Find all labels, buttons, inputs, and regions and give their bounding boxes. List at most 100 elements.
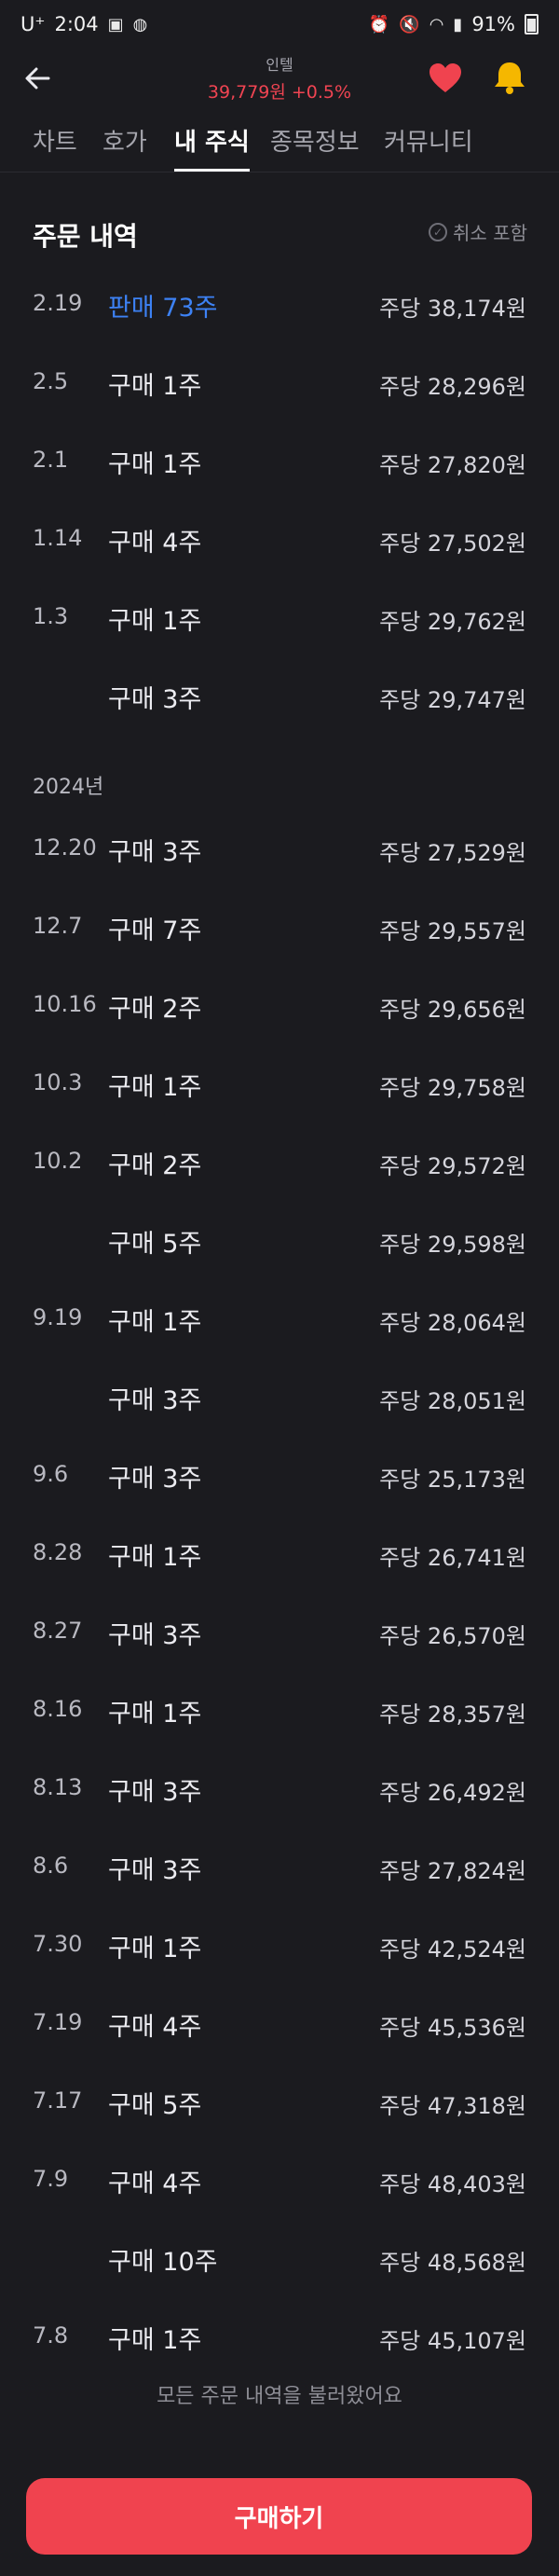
order-price: 주당 27,820원 [379,452,526,478]
order-price: 주당 27,824원 [379,1858,526,1884]
order-row[interactable]: 구매 10주 주당 48,568원 [0,2219,559,2297]
order-row[interactable]: 구매 3주 주당 28,051원 [0,1357,559,1436]
order-type: 구매 1주 [108,1700,202,1729]
order-price: 주당 47,318원 [379,2093,526,2119]
order-row[interactable]: 2.19 판매 73주 주당 38,174원 [0,265,559,343]
wifi-icon: ◠ [429,14,444,34]
order-date: 2.1 [33,447,69,473]
battery-icon [525,14,539,34]
order-type: 구매 1주 [108,2326,202,2355]
order-date: 2.5 [33,368,69,394]
order-type: 구매 1주 [108,607,202,636]
stock-price: 39,779원 [207,82,286,103]
order-row[interactable]: 2.1 구매 1주 주당 27,820원 [0,421,559,500]
mute-icon: 🔇 [399,14,420,34]
order-row[interactable]: 12.20 구매 3주 주당 27,529원 [0,809,559,888]
order-price: 주당 28,296원 [379,374,526,400]
order-price: 주당 28,357원 [379,1701,526,1728]
order-row[interactable]: 8.16 구매 1주 주당 28,357원 [0,1671,559,1749]
order-date: 9.19 [33,1304,83,1330]
order-row[interactable]: 구매 3주 주당 29,747원 [0,656,559,735]
buy-button[interactable]: 구매하기 [26,2478,532,2555]
order-date: 7.17 [33,2087,83,2114]
bell-icon [495,62,525,94]
order-date: 1.3 [33,603,69,629]
order-price: 주당 28,051원 [379,1388,526,1414]
status-right: ⏰ 🔇 ◠ ▮ 91% [369,13,539,35]
stock-header: 인텔 39,779원 +0.5% [0,48,559,104]
order-type: 구매 1주 [108,1073,202,1102]
order-price: 주당 45,536원 [379,2015,526,2041]
order-price: 주당 29,557원 [379,918,526,944]
order-price: 주당 27,502원 [379,530,526,557]
order-row[interactable]: 9.19 구매 1주 주당 28,064원 [0,1279,559,1357]
tab-stock-info[interactable]: 종목정보 [270,123,360,172]
order-date: 12.7 [33,913,83,939]
order-row[interactable]: 7.19 구매 4주 주당 45,536원 [0,1984,559,2062]
order-date: 8.13 [33,1774,83,1800]
order-type: 구매 3주 [108,1386,202,1415]
order-date: 10.3 [33,1069,83,1095]
order-row[interactable]: 8.13 구매 3주 주당 26,492원 [0,1749,559,1827]
order-price: 주당 48,568원 [379,2250,526,2276]
tab-bar: 차트 호가 내 주식 종목정보 커뮤니티 [0,110,559,172]
order-price: 주당 28,064원 [379,1310,526,1336]
order-date: 9.6 [33,1461,69,1487]
order-row[interactable]: 10.2 구매 2주 주당 29,572원 [0,1123,559,1201]
status-left: U⁺ 2:04 ▣ ◍ [20,13,147,35]
order-type: 구매 5주 [108,1230,202,1259]
order-price: 주당 42,524원 [379,1936,526,1963]
status-bar: U⁺ 2:04 ▣ ◍ ⏰ 🔇 ◠ ▮ 91% [0,0,559,48]
app-notification-icon: ◍ [132,14,148,34]
check-circle-icon: ✓ [429,222,448,241]
order-price: 주당 29,758원 [379,1075,526,1101]
order-type: 구매 1주 [108,1308,202,1337]
stock-title: 인텔 39,779원 +0.5% [0,52,559,103]
tab-community[interactable]: 커뮤니티 [384,123,473,172]
order-row[interactable]: 7.9 구매 4주 주당 48,403원 [0,2141,559,2219]
tab-my-stock[interactable]: 내 주식 [174,123,250,172]
order-type: 구매 2주 [108,995,202,1024]
signal-icon: ▮ [453,14,463,34]
order-type: 구매 1주 [108,1543,202,1572]
order-type: 구매 3주 [108,1465,202,1494]
order-type: 구매 1주 [108,1935,202,1963]
order-date: 10.16 [33,991,97,1017]
order-row[interactable]: 1.3 구매 1주 주당 29,762원 [0,578,559,656]
stock-name: 인텔 [266,56,293,74]
favorite-button[interactable] [427,60,464,97]
order-type: 구매 4주 [108,529,202,558]
order-date: 8.6 [33,1853,69,1879]
order-row[interactable]: 2.5 구매 1주 주당 28,296원 [0,343,559,421]
order-row[interactable]: 8.6 구매 3주 주당 27,824원 [0,1827,559,1906]
order-date: 10.2 [33,1148,83,1174]
alert-button[interactable] [490,58,529,97]
carrier-label: U⁺ [20,13,46,35]
order-row[interactable]: 7.30 구매 1주 주당 42,524원 [0,1906,559,1984]
order-row[interactable]: 1.14 구매 4주 주당 27,502원 [0,500,559,578]
order-row[interactable]: 8.28 구매 1주 주당 26,741원 [0,1514,559,1592]
order-date: 7.30 [33,1931,83,1957]
include-cancelled-toggle[interactable]: ✓ 취소 포함 [429,218,527,245]
order-row[interactable]: 구매 5주 주당 29,598원 [0,1201,559,1279]
order-row[interactable]: 8.27 구매 3주 주당 26,570원 [0,1592,559,1671]
order-price: 주당 29,598원 [379,1232,526,1258]
order-type: 구매 7주 [108,916,202,945]
order-row[interactable]: 7.17 구매 5주 주당 47,318원 [0,2062,559,2141]
order-row[interactable]: 9.6 구매 3주 주당 25,173원 [0,1436,559,1514]
order-price: 주당 29,656원 [379,997,526,1023]
order-price: 주당 26,492원 [379,1780,526,1806]
tab-order-book[interactable]: 호가 [102,123,147,172]
order-row[interactable]: 7.8 구매 1주 주당 45,107원 [0,2297,559,2376]
order-date: 7.9 [33,2166,69,2192]
order-price: 주당 45,107원 [379,2328,526,2354]
order-type: 구매 4주 [108,2013,202,2042]
order-price: 주당 29,572원 [379,1153,526,1179]
order-row[interactable]: 10.16 구매 2주 주당 29,656원 [0,966,559,1044]
order-row[interactable]: 10.3 구매 1주 주당 29,758원 [0,1044,559,1123]
order-price: 주당 29,747원 [379,687,526,713]
order-price: 주당 27,529원 [379,840,526,866]
order-row[interactable]: 12.7 구매 7주 주당 29,557원 [0,888,559,966]
tab-chart[interactable]: 차트 [33,123,77,172]
alarm-icon: ⏰ [368,14,390,34]
